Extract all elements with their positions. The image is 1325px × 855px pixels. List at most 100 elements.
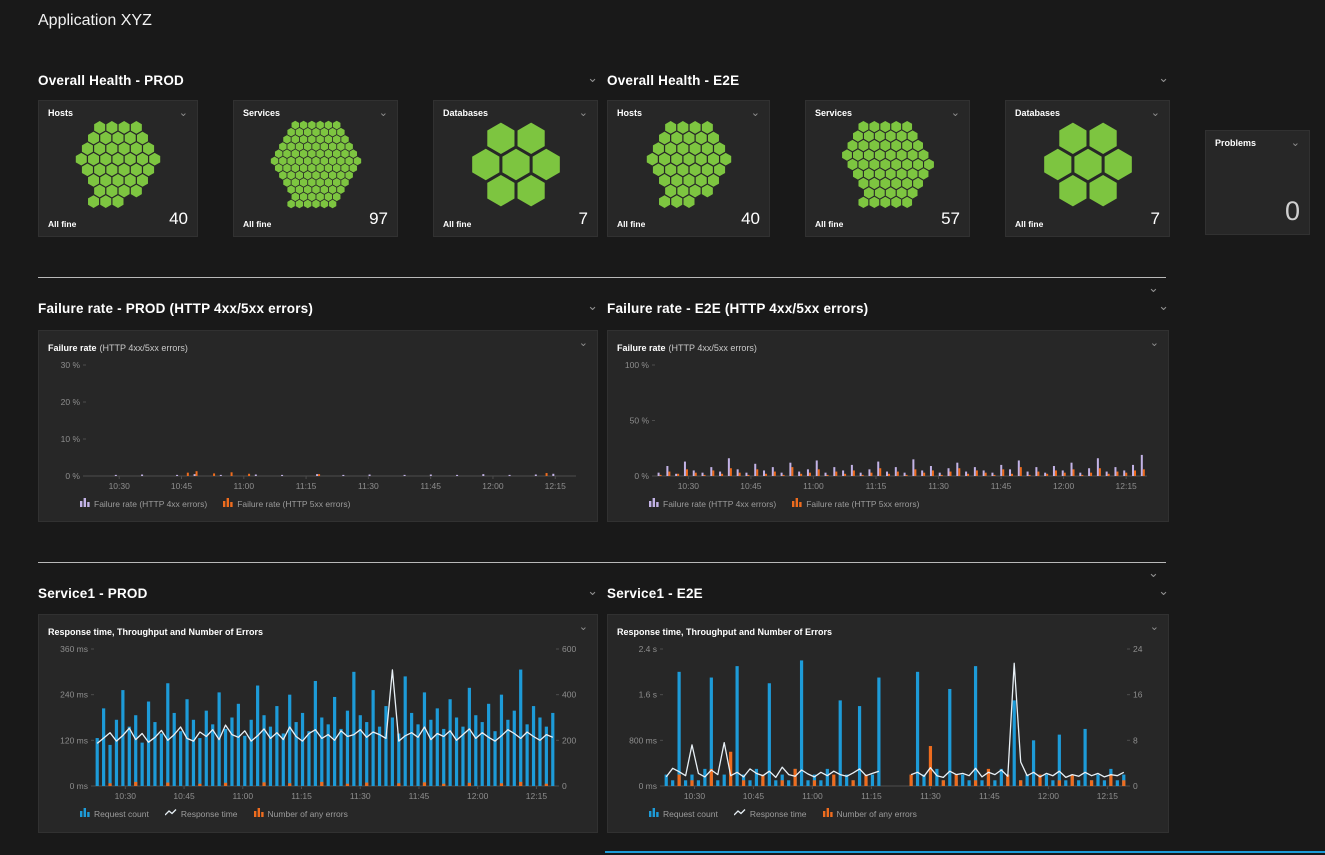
line-series-icon: [734, 808, 746, 819]
health-tile-services-e2e[interactable]: Services ⌄ All fine 57: [805, 100, 970, 237]
health-tile-services-prod[interactable]: Services ⌄ All fine 97: [233, 100, 398, 237]
svg-text:12:15: 12:15: [545, 481, 567, 491]
svg-text:10:45: 10:45: [171, 481, 193, 491]
health-tile-hosts-e2e[interactable]: Hosts ⌄ All fine 40: [607, 100, 770, 237]
failure-rate-chart-prod[interactable]: 30 %20 %10 %0 %10:3010:4511:0011:1511:30…: [48, 356, 588, 494]
problems-tile[interactable]: Problems ⌄ 0: [1205, 130, 1310, 235]
svg-text:8: 8: [1133, 735, 1138, 745]
legend-item[interactable]: Number of any errors: [823, 808, 917, 819]
chevron-down-icon[interactable]: ⌄: [379, 108, 388, 118]
chevron-down-icon[interactable]: ⌄: [1158, 73, 1169, 83]
svg-text:11:30: 11:30: [928, 481, 949, 491]
chevron-down-icon[interactable]: ⌄: [1158, 301, 1169, 311]
bar-series-icon: [649, 498, 659, 509]
health-tile-hosts-prod[interactable]: Hosts ⌄ All fine 40: [38, 100, 198, 237]
tile-title: Services: [815, 108, 852, 118]
svg-text:11:00: 11:00: [803, 481, 824, 491]
chevron-down-icon[interactable]: ⌄: [1151, 108, 1160, 118]
svg-text:10:45: 10:45: [743, 791, 765, 801]
svg-text:16: 16: [1133, 690, 1143, 700]
section-divider: [38, 277, 1166, 278]
service-metrics-chart-e2e[interactable]: 2.4 s1.6 s800 ms0 ms24168010:3010:4511:0…: [617, 640, 1159, 804]
svg-text:50 %: 50 %: [630, 416, 650, 426]
service-metrics-chart-prod[interactable]: 360 ms240 ms120 ms0 ms600400200010:3010:…: [48, 640, 588, 804]
entity-count: 97: [369, 209, 388, 229]
bar-series-icon: [223, 498, 233, 509]
legend-label: Failure rate (HTTP 4xx errors): [94, 499, 207, 509]
svg-text:10:45: 10:45: [173, 791, 195, 801]
legend-item[interactable]: Request count: [80, 808, 149, 819]
chevron-down-icon[interactable]: ⌄: [951, 108, 960, 118]
chart-title-suffix: (HTTP 4xx/5xx errors): [100, 343, 188, 353]
svg-text:10:30: 10:30: [109, 481, 131, 491]
chevron-down-icon[interactable]: ⌄: [1158, 586, 1169, 596]
health-tile-databases-e2e[interactable]: Databases ⌄ All fine 7: [1005, 100, 1170, 237]
status-label: All fine: [48, 219, 76, 229]
legend-item[interactable]: Failure rate (HTTP 4xx errors): [649, 498, 776, 509]
legend-label: Failure rate (HTTP 4xx errors): [663, 499, 776, 509]
svg-text:11:30: 11:30: [920, 791, 941, 801]
legend-label: Request count: [663, 809, 718, 819]
legend-item[interactable]: Number of any errors: [254, 808, 348, 819]
svg-text:12:15: 12:15: [1116, 481, 1138, 491]
legend-item[interactable]: Failure rate (HTTP 5xx errors): [223, 498, 350, 509]
chevron-down-icon[interactable]: ⌄: [579, 338, 588, 348]
chart-legend: Failure rate (HTTP 4xx errors) Failure ra…: [80, 498, 588, 509]
chart-legend: Failure rate (HTTP 4xx errors) Failure ra…: [649, 498, 1159, 509]
chart-title: Response time, Throughput and Number of …: [617, 627, 832, 637]
legend-item[interactable]: Response time: [734, 808, 807, 819]
tile-title: Services: [243, 108, 280, 118]
chevron-down-icon[interactable]: ⌄: [587, 73, 598, 83]
svg-text:12:00: 12:00: [467, 791, 489, 801]
health-tile-databases-prod[interactable]: Databases ⌄ All fine 7: [433, 100, 598, 237]
chevron-down-icon[interactable]: ⌄: [587, 301, 598, 311]
bar-series-icon: [792, 498, 802, 509]
chevron-down-icon[interactable]: ⌄: [179, 108, 188, 118]
chevron-down-icon[interactable]: ⌄: [1150, 622, 1159, 632]
svg-text:0 ms: 0 ms: [639, 781, 657, 791]
svg-text:120 ms: 120 ms: [60, 735, 88, 745]
tile-title: Databases: [443, 108, 488, 118]
status-label: All fine: [243, 219, 271, 229]
legend-label: Failure rate (HTTP 5xx errors): [806, 499, 919, 509]
chart-legend: Request count Response time Number of any …: [80, 808, 588, 819]
entity-count: 40: [741, 209, 760, 229]
chevron-down-icon[interactable]: ⌄: [1150, 338, 1159, 348]
svg-text:24: 24: [1133, 644, 1143, 654]
failure-rate-chart-e2e[interactable]: 100 %50 %0 %10:3010:4511:0011:1511:3011:…: [617, 356, 1159, 494]
status-label: All fine: [815, 219, 843, 229]
bar-series-icon: [649, 808, 659, 819]
legend-item[interactable]: Failure rate (HTTP 4xx errors): [80, 498, 207, 509]
legend-item[interactable]: Failure rate (HTTP 5xx errors): [792, 498, 919, 509]
chevron-down-icon[interactable]: ⌄: [1148, 565, 1159, 581]
chevron-down-icon[interactable]: ⌄: [751, 108, 760, 118]
section-title: Service1 - PROD: [38, 586, 148, 601]
svg-text:11:15: 11:15: [291, 791, 312, 801]
svg-text:800 ms: 800 ms: [629, 735, 657, 745]
svg-text:11:00: 11:00: [802, 791, 823, 801]
svg-text:0 %: 0 %: [65, 471, 80, 481]
legend-label: Number of any errors: [268, 809, 348, 819]
section-title: Failure rate - E2E (HTTP 4xx/5xx errors): [607, 301, 868, 316]
chevron-down-icon[interactable]: ⌄: [1148, 280, 1159, 296]
chevron-down-icon[interactable]: ⌄: [579, 622, 588, 632]
tile-title: Problems: [1215, 138, 1256, 148]
entity-count: 7: [1151, 209, 1160, 229]
legend-item[interactable]: Response time: [165, 808, 238, 819]
svg-text:11:00: 11:00: [232, 791, 253, 801]
svg-text:11:15: 11:15: [296, 481, 317, 491]
hexagon-grid: [58, 120, 178, 209]
chevron-down-icon[interactable]: ⌄: [1291, 138, 1300, 148]
chart-tile-failure-e2e: Failure rate(HTTP 4xx/5xx errors) ⌄ 100 …: [607, 330, 1169, 522]
svg-text:11:30: 11:30: [350, 791, 371, 801]
chart-title: Failure rate: [617, 343, 666, 353]
chevron-down-icon[interactable]: ⌄: [579, 108, 588, 118]
bar-series-icon: [823, 808, 833, 819]
chevron-down-icon[interactable]: ⌄: [587, 586, 598, 596]
entity-count: 40: [169, 209, 188, 229]
svg-text:11:45: 11:45: [409, 791, 430, 801]
svg-text:360 ms: 360 ms: [60, 644, 88, 654]
legend-item[interactable]: Request count: [649, 808, 718, 819]
svg-text:11:45: 11:45: [979, 791, 1000, 801]
chart-title: Failure rate: [48, 343, 97, 353]
